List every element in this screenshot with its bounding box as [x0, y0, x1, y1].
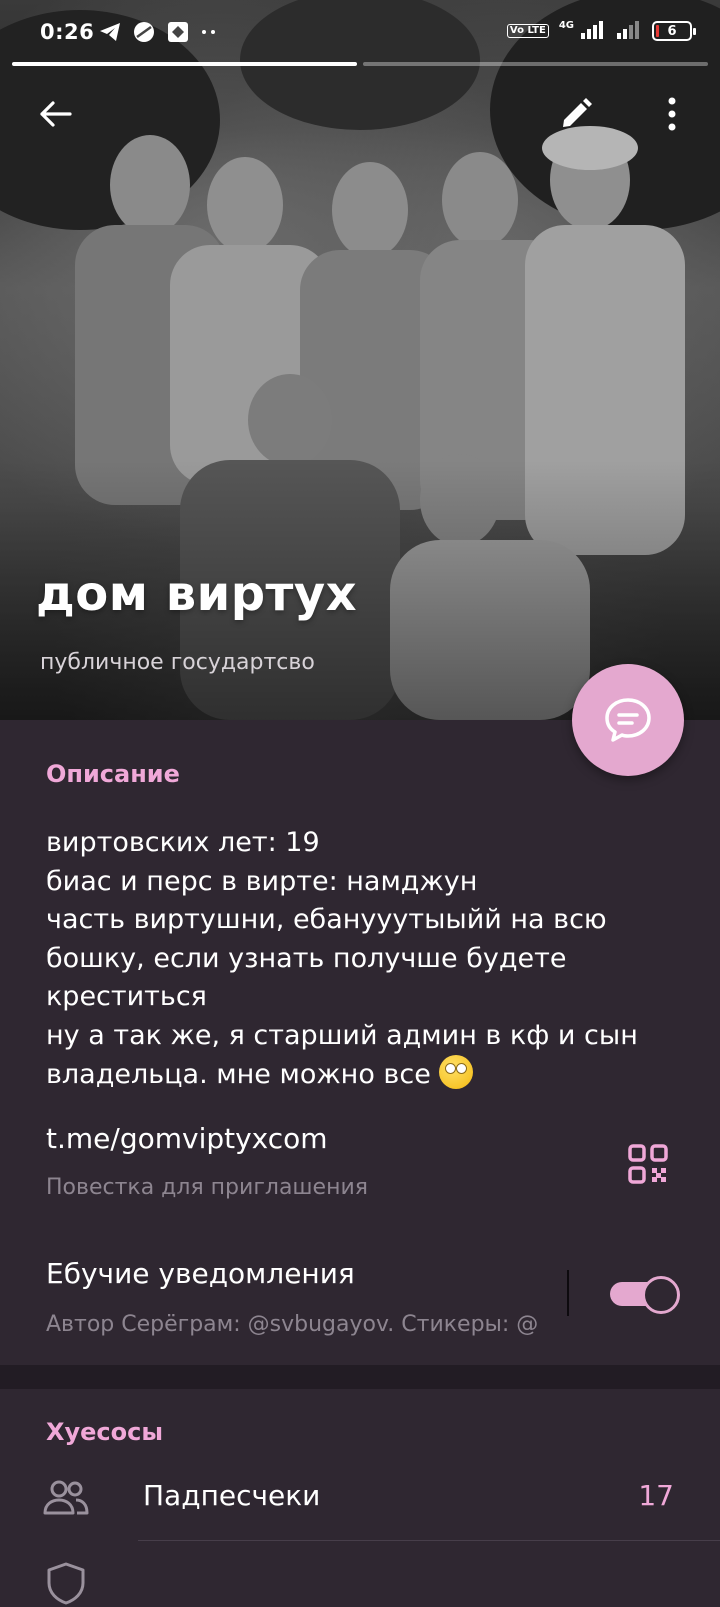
edit-button[interactable] — [548, 86, 604, 142]
back-button[interactable] — [27, 86, 83, 142]
signal-icon-2 — [616, 18, 642, 44]
story-progress-next — [363, 62, 708, 66]
eye-roll-emoji-icon — [439, 1055, 474, 1089]
row-separator — [138, 1540, 720, 1541]
more-options-button[interactable] — [644, 86, 700, 142]
channel-subtitle: публичное государтсво — [40, 650, 315, 675]
qr-code-icon — [628, 1144, 668, 1184]
chat-bubble-icon — [605, 698, 651, 742]
story-progress-current — [12, 62, 357, 66]
open-chat-button[interactable] — [572, 664, 684, 776]
members-section: Хуесосы Падпесчеки 17 — [0, 1389, 720, 1605]
network-type: 4G — [558, 19, 574, 31]
more-notifications-icon — [200, 27, 218, 37]
signal-icon — [580, 18, 606, 44]
members-label: Хуесосы — [46, 1418, 164, 1446]
app-notification-icon — [132, 20, 156, 44]
subscribers-count: 17 — [638, 1479, 674, 1512]
qr-code-button[interactable] — [626, 1142, 670, 1186]
arrow-left-icon — [40, 101, 72, 127]
subscribers-row[interactable]: Падпесчеки 17 — [0, 1451, 720, 1541]
app-notification-icon-2 — [166, 20, 190, 44]
status-bar: 0:26 Vo LTE 4G 6 — [0, 0, 720, 62]
telegram-notification-icon — [98, 21, 122, 43]
notifications-toggle[interactable] — [610, 1276, 680, 1314]
invite-link-caption: Повестка для приглашения — [46, 1175, 369, 1200]
volte-indicator: Vo LTE — [506, 24, 549, 38]
pencil-icon — [563, 98, 592, 127]
notifications-title[interactable]: Ебучие уведомления — [46, 1257, 355, 1290]
notifications-subtitle: Автор Серёграм: @svbugayov. Стикеры: @ — [46, 1312, 539, 1337]
subscribers-label: Падпесчеки — [143, 1479, 321, 1512]
invite-link[interactable]: t.me/gomviptyxcom — [46, 1122, 328, 1155]
description-text: виртовских лет: 19 биас и перс в вирте: … — [46, 827, 638, 1090]
description-label: Описание — [46, 760, 180, 788]
notifications-divider — [567, 1270, 569, 1316]
section-divider — [0, 1365, 720, 1389]
battery-level: 6 — [667, 23, 677, 39]
channel-title: дом виртух — [36, 566, 358, 622]
status-time: 0:26 — [40, 20, 95, 44]
battery-icon: 6 — [652, 21, 696, 41]
more-vertical-icon — [668, 97, 676, 131]
users-icon — [42, 1473, 90, 1521]
